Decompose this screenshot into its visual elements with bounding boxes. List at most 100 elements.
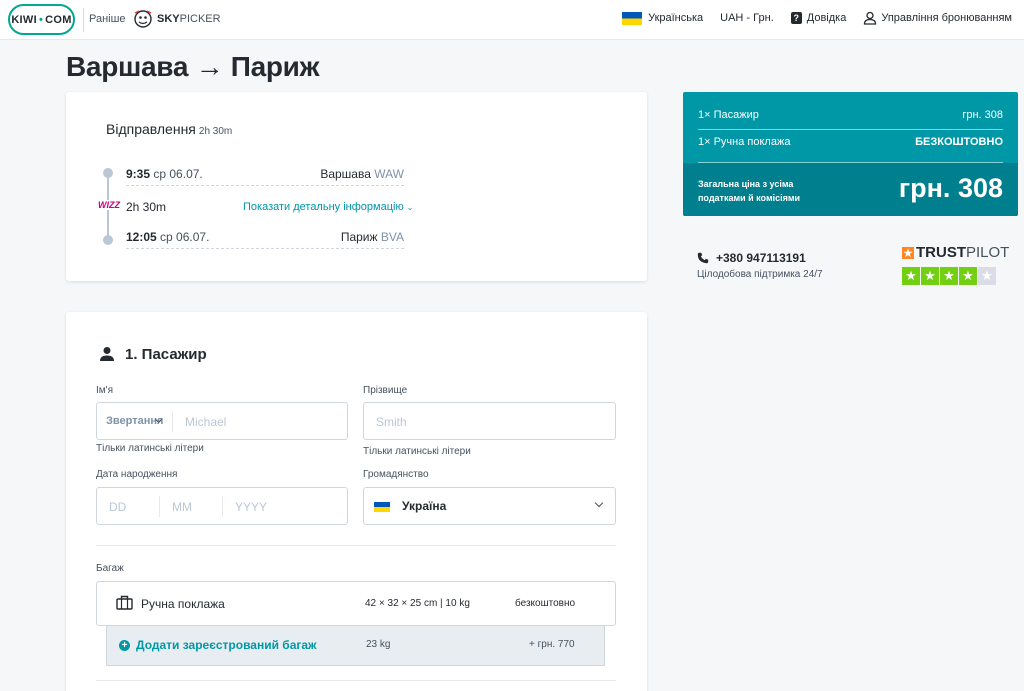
phone-icon [697, 252, 709, 264]
summary-passenger-row: 1× Пасажир грн. 308 [698, 109, 1003, 121]
dob-year-input[interactable]: YYYY [235, 500, 267, 514]
rating-star-icon: ★ [940, 267, 958, 285]
arrival-code: BVA [380, 230, 404, 244]
currency-selector[interactable]: UAH - Грн. [720, 12, 774, 24]
skypicker-bold: SKY [157, 13, 180, 25]
form-divider [96, 545, 616, 546]
hand-baggage-dims: 42 × 32 × 25 cm | 10 kg [365, 598, 470, 609]
summary-total-value: грн. 308 [898, 173, 1003, 203]
dob-divider-2 [222, 496, 223, 517]
passenger-card: 1. Пасажир Ім'я Звертання Michael Тільки… [66, 312, 647, 691]
user-icon [864, 11, 877, 25]
departure-city: Варшава [320, 167, 371, 181]
header-nav: Українська UAH - Грн. ? Довідка Управлін… [605, 11, 1012, 25]
last-name-hint: Тільки латинські літери [363, 446, 471, 457]
plus-circle-icon: + [119, 640, 130, 651]
language-selector[interactable]: Українська [622, 11, 704, 25]
hand-baggage-row: Ручна поклажа 42 × 32 × 25 cm | 10 kg бе… [96, 581, 616, 626]
trustpilot-rating: ★ ★ ★ ★ ★ [902, 267, 997, 285]
nationality-select[interactable]: Україна [363, 487, 616, 525]
currency-label: UAH - Грн. [720, 12, 774, 24]
last-name-placeholder: Smith [376, 415, 407, 429]
dob-label: Дата народження [96, 469, 178, 480]
language-label: Українська [648, 12, 704, 24]
timeline-end-dot [103, 235, 113, 245]
form-divider-bottom [96, 680, 616, 681]
show-details-label: Показати детальну інформацію [243, 201, 404, 213]
help-link[interactable]: ? Довідка [790, 12, 847, 24]
trustpilot-logo[interactable]: TRUST PILOT [902, 244, 1009, 261]
nationality-value: Україна [402, 499, 447, 513]
departure-place: Варшава WAW [320, 167, 404, 181]
baggage-label: Багаж [96, 563, 124, 574]
add-checked-bag-button[interactable]: + Додати зареєстрований багаж 23 kg + гр… [106, 626, 605, 666]
arrival-place: Париж BVA [341, 230, 404, 244]
manage-bookings-label: Управління бронюванням [881, 12, 1012, 24]
formerly-label: Раніше [89, 13, 126, 25]
summary-total-label: Загальна ціна з усіма податками й комісі… [698, 179, 801, 203]
add-checked-bag-label: Додати зареєстрований багаж [136, 638, 317, 652]
skypicker-mascot-icon [134, 10, 152, 28]
summary-divider-1 [698, 129, 1003, 130]
chevron-down-icon: ⌄ [406, 203, 414, 212]
skypicker-logo: SKY PICKER [132, 9, 221, 29]
departure-code: WAW [374, 167, 404, 181]
arrival-row: 12:05 ср 06.07. Париж BVA [126, 225, 404, 249]
title-divider [172, 411, 173, 432]
rating-star-icon: ★ [902, 267, 920, 285]
show-details-link[interactable]: Показати детальну інформацію ⌄ [243, 201, 413, 213]
departure-total-duration: 2h 30m [198, 126, 233, 137]
trustpilot-bold: TRUST [916, 244, 966, 261]
departure-time: 9:35 [126, 167, 151, 181]
support-hours: Цілодобова підтримка 24/7 [697, 269, 823, 280]
arrival-city: Париж [340, 230, 378, 244]
passenger-icon [100, 347, 114, 361]
hand-baggage-name: Ручна поклажа [141, 597, 225, 611]
summary-hand-row: 1× Ручна поклажа БЕЗКОШТОВНО [698, 136, 1003, 148]
trustpilot-star-icon [902, 246, 914, 259]
departure-label: Відправлення [106, 121, 196, 137]
checked-bag-weight: 23 kg [366, 639, 391, 650]
page-title: Варшава → Париж [66, 51, 320, 82]
support-phone[interactable]: +380 947113191 [716, 251, 806, 265]
departure-date: ср 06.07. [153, 167, 203, 181]
checked-bag-price: + грн. 770 [529, 639, 575, 650]
kiwi-logo[interactable]: KIWI • COM [8, 4, 75, 35]
ukraine-flag-icon [374, 502, 390, 512]
briefcase-icon [116, 595, 133, 610]
dob-field: DD MM YYYY [96, 487, 348, 525]
first-name-field: Звертання Michael [96, 402, 348, 440]
skypicker-rest: PICKER [179, 13, 221, 25]
price-summary: 1× Пасажир грн. 308 1× Ручна поклажа БЕЗ… [683, 92, 1018, 216]
help-label: Довідка [806, 12, 847, 24]
summary-passenger-label: 1× Пасажир [698, 109, 759, 121]
wizz-air-logo: WIZZ [97, 200, 121, 210]
timeline-start-dot [103, 168, 113, 178]
logo-suffix: COM [45, 13, 72, 26]
departure-row: 9:35 ср 06.07. Варшава WAW [126, 162, 404, 186]
ukraine-flag-icon [622, 11, 643, 25]
header-divider [83, 8, 84, 32]
last-name-field[interactable]: Smith [363, 402, 616, 440]
summary-hand-price: БЕЗКОШТОВНО [915, 136, 1003, 148]
passenger-heading: 1. Пасажир [125, 346, 207, 363]
first-name-input[interactable]: Michael [185, 415, 226, 429]
dob-month-input[interactable]: MM [172, 500, 192, 514]
title-select[interactable]: Звертання [106, 415, 163, 427]
nationality-label: Громадянство [363, 469, 429, 480]
chevron-down-icon [594, 498, 604, 508]
arrival-time-date: 12:05 ср 06.07. [126, 230, 209, 244]
top-header: KIWI • COM Раніше SKY PICKER Українська UAH… [0, 0, 1024, 40]
hand-baggage-price: безкоштовно [515, 598, 576, 609]
trustpilot-rest: PILOT [966, 244, 1010, 261]
first-name-label: Ім'я [96, 385, 113, 396]
last-name-label: Прізвище [363, 385, 408, 396]
itinerary-card: Відправлення 2h 30m WIZZ 9:35 ср 06.07. В… [66, 92, 647, 281]
rating-star-empty-icon: ★ [978, 267, 996, 285]
arrival-time: 12:05 [126, 230, 157, 244]
summary-total: Загальна ціна з усіма податками й комісі… [683, 163, 1018, 216]
departure-heading: Відправлення 2h 30m [106, 121, 232, 137]
dob-day-input[interactable]: DD [109, 500, 126, 514]
flight-duration: 2h 30m [126, 200, 167, 214]
manage-bookings-link[interactable]: Управління бронюванням [863, 11, 1012, 25]
